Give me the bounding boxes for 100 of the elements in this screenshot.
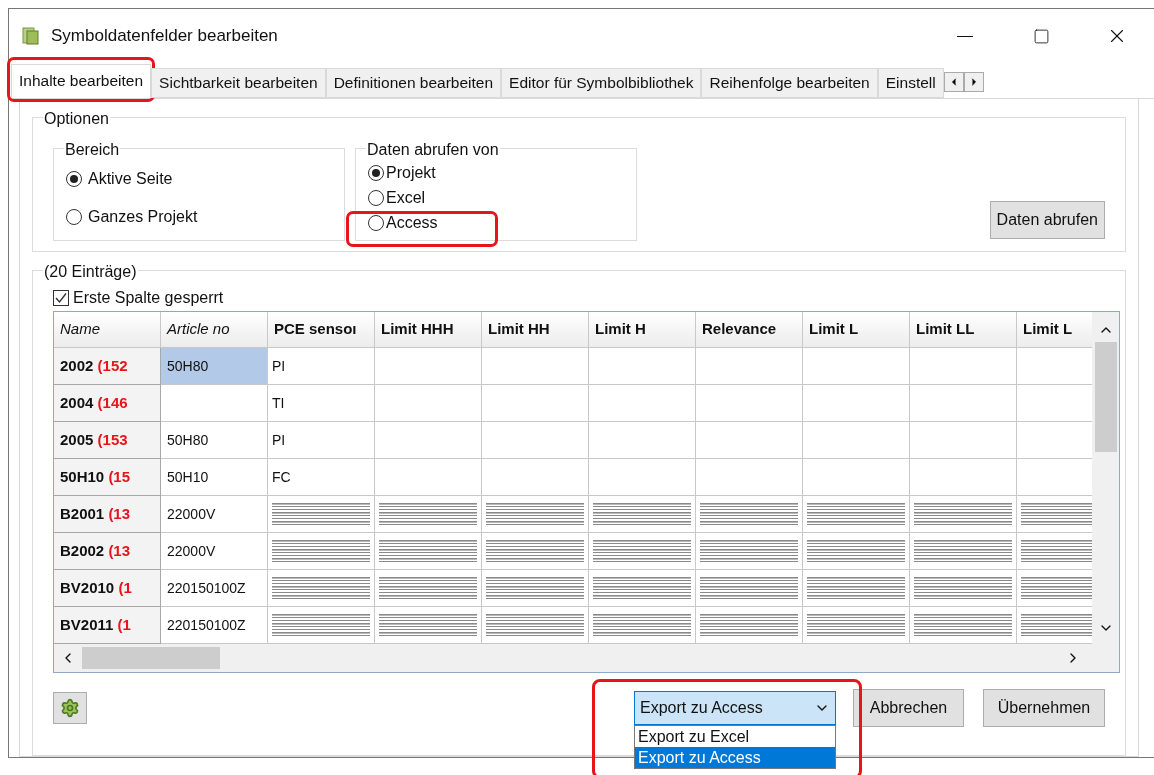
scrollbar-thumb[interactable] — [1094, 342, 1117, 452]
table-cell[interactable]: TI — [268, 385, 375, 422]
table-cell[interactable] — [375, 348, 482, 385]
tab-scroll-left-button[interactable] — [943, 72, 964, 92]
striped-cell[interactable] — [482, 496, 589, 533]
table-cell[interactable]: 50H10 — [161, 459, 268, 496]
table-cell[interactable] — [589, 348, 696, 385]
striped-cell[interactable] — [803, 533, 910, 570]
table-cell[interactable]: PI — [268, 422, 375, 459]
tab[interactable]: Editor für Symbolbibliothek — [501, 68, 702, 98]
tab[interactable]: Inhalte bearbeiten — [11, 64, 152, 98]
dialog-button[interactable]: Übernehmen — [983, 689, 1105, 727]
scrollbar-thumb[interactable] — [82, 647, 220, 669]
tab[interactable]: Definitionen bearbeiten — [325, 68, 502, 98]
tab-scroll-right-button[interactable] — [963, 72, 984, 92]
table-cell[interactable] — [482, 459, 589, 496]
table-cell[interactable] — [910, 385, 1017, 422]
table-cell[interactable]: 22000V — [161, 496, 268, 533]
striped-cell[interactable] — [268, 607, 375, 644]
table-cell[interactable]: 220150100Z — [161, 607, 268, 644]
column-header[interactable]: Limit HH — [482, 312, 589, 348]
striped-cell[interactable] — [375, 496, 482, 533]
table-cell[interactable] — [375, 422, 482, 459]
tab[interactable]: Einstell — [877, 68, 944, 98]
column-header[interactable]: Limit HHH — [375, 312, 482, 348]
table-cell[interactable] — [910, 459, 1017, 496]
table-cell[interactable] — [696, 348, 803, 385]
column-header[interactable]: Limit LL — [910, 312, 1017, 348]
table-cell[interactable]: 50H80 — [161, 348, 268, 385]
row-header-cell[interactable]: 2004 (146 — [54, 385, 161, 422]
striped-cell[interactable] — [268, 496, 375, 533]
table-cell[interactable] — [696, 422, 803, 459]
striped-cell[interactable] — [696, 570, 803, 607]
table-cell[interactable] — [696, 385, 803, 422]
striped-cell[interactable] — [696, 496, 803, 533]
vertical-scrollbar[interactable] — [1092, 312, 1119, 644]
table-cell[interactable]: 50H80 — [161, 422, 268, 459]
table-cell[interactable]: 220150100Z — [161, 570, 268, 607]
table-cell[interactable] — [803, 422, 910, 459]
striped-cell[interactable] — [268, 570, 375, 607]
striped-cell[interactable] — [910, 496, 1017, 533]
tab[interactable]: Reihenfolge bearbeiten — [701, 68, 878, 98]
striped-cell[interactable] — [803, 496, 910, 533]
table-cell[interactable] — [482, 422, 589, 459]
striped-cell[interactable] — [803, 607, 910, 644]
table-cell[interactable] — [375, 385, 482, 422]
striped-cell[interactable] — [375, 607, 482, 644]
row-header-cell[interactable]: 2005 (153 — [54, 422, 161, 459]
striped-cell[interactable] — [589, 533, 696, 570]
column-header[interactable]: Limit L — [803, 312, 910, 348]
table-cell[interactable] — [161, 385, 268, 422]
radio-button[interactable] — [66, 171, 82, 187]
table-cell[interactable] — [482, 385, 589, 422]
table-cell[interactable] — [375, 459, 482, 496]
horizontal-scrollbar[interactable] — [54, 644, 1119, 672]
table-cell[interactable] — [589, 385, 696, 422]
striped-cell[interactable] — [589, 607, 696, 644]
table-cell[interactable] — [696, 459, 803, 496]
settings-button[interactable] — [53, 692, 87, 724]
striped-cell[interactable] — [268, 533, 375, 570]
striped-cell[interactable] — [482, 607, 589, 644]
striped-cell[interactable] — [482, 533, 589, 570]
dropdown-option[interactable]: Export zu Access — [635, 747, 835, 768]
column-header[interactable]: Name — [54, 312, 161, 348]
fetch-data-button[interactable]: Daten abrufen — [989, 201, 1105, 239]
column-header[interactable]: Relevance — [696, 312, 803, 348]
table-cell[interactable] — [910, 348, 1017, 385]
table-cell[interactable]: FC — [268, 459, 375, 496]
striped-cell[interactable] — [696, 607, 803, 644]
table-cell[interactable] — [589, 459, 696, 496]
radio-button[interactable] — [368, 164, 384, 181]
striped-cell[interactable] — [482, 570, 589, 607]
table-cell[interactable] — [803, 385, 910, 422]
table-cell[interactable]: PI — [268, 348, 375, 385]
table-cell[interactable] — [803, 348, 910, 385]
table-cell[interactable] — [803, 459, 910, 496]
striped-cell[interactable] — [589, 496, 696, 533]
radio-button[interactable] — [66, 209, 82, 225]
row-header-cell[interactable]: B2002 (13 — [54, 533, 161, 570]
striped-cell[interactable] — [803, 570, 910, 607]
column-header[interactable]: Limit H — [589, 312, 696, 348]
row-header-cell[interactable]: BV2011 (1 — [54, 607, 161, 644]
table-cell[interactable]: 22000V — [161, 533, 268, 570]
radio-button[interactable] — [368, 214, 384, 231]
table-cell[interactable] — [910, 422, 1017, 459]
table-cell[interactable] — [589, 422, 696, 459]
striped-cell[interactable] — [910, 570, 1017, 607]
row-header-cell[interactable]: B2001 (13 — [54, 496, 161, 533]
striped-cell[interactable] — [589, 570, 696, 607]
table-cell[interactable] — [482, 348, 589, 385]
checkbox[interactable] — [53, 290, 69, 306]
dialog-button[interactable]: Abbrechen — [853, 689, 964, 727]
tab[interactable]: Sichtbarkeit bearbeiten — [151, 68, 326, 98]
row-header-cell[interactable]: BV2010 (1 — [54, 570, 161, 607]
dropdown-option[interactable]: Export zu Excel — [635, 726, 835, 747]
column-header[interactable]: Article no — [161, 312, 268, 348]
striped-cell[interactable] — [375, 570, 482, 607]
column-header[interactable]: PCE sensoı — [268, 312, 375, 348]
striped-cell[interactable] — [375, 533, 482, 570]
striped-cell[interactable] — [910, 607, 1017, 644]
